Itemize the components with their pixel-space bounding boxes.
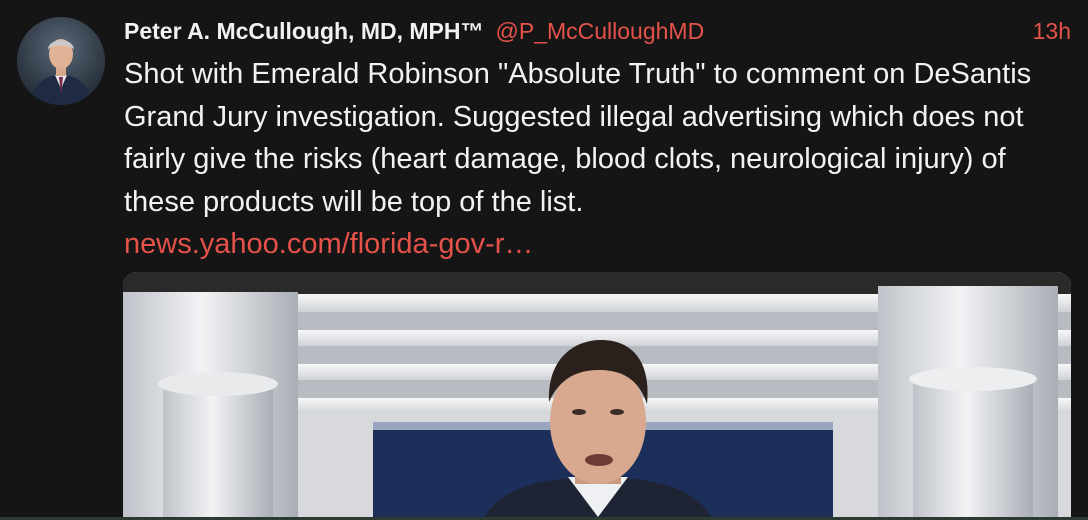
tweet-card[interactable]: Peter A. McCullough, MD, MPH™ @P_McCullo…: [0, 0, 1088, 520]
tweet-header: Peter A. McCullough, MD, MPH™ @P_McCullo…: [124, 16, 704, 46]
tweet-media-image[interactable]: [123, 272, 1071, 520]
tweet-text: Shot with Emerald Robinson "Absolute Tru…: [124, 58, 1032, 218]
author-name[interactable]: Peter A. McCullough, MD, MPH™: [124, 18, 484, 45]
tweet-link[interactable]: news.yahoo.com/florida-gov-r…: [124, 228, 533, 260]
tweet-timestamp[interactable]: 13h: [1033, 16, 1071, 46]
avatar-portrait: [17, 17, 105, 105]
author-avatar[interactable]: [17, 17, 105, 105]
tweet-body: Shot with Emerald Robinson "Absolute Tru…: [124, 53, 1074, 266]
media-photo: [123, 272, 1071, 520]
author-handle[interactable]: @P_McCulloughMD: [496, 18, 705, 45]
